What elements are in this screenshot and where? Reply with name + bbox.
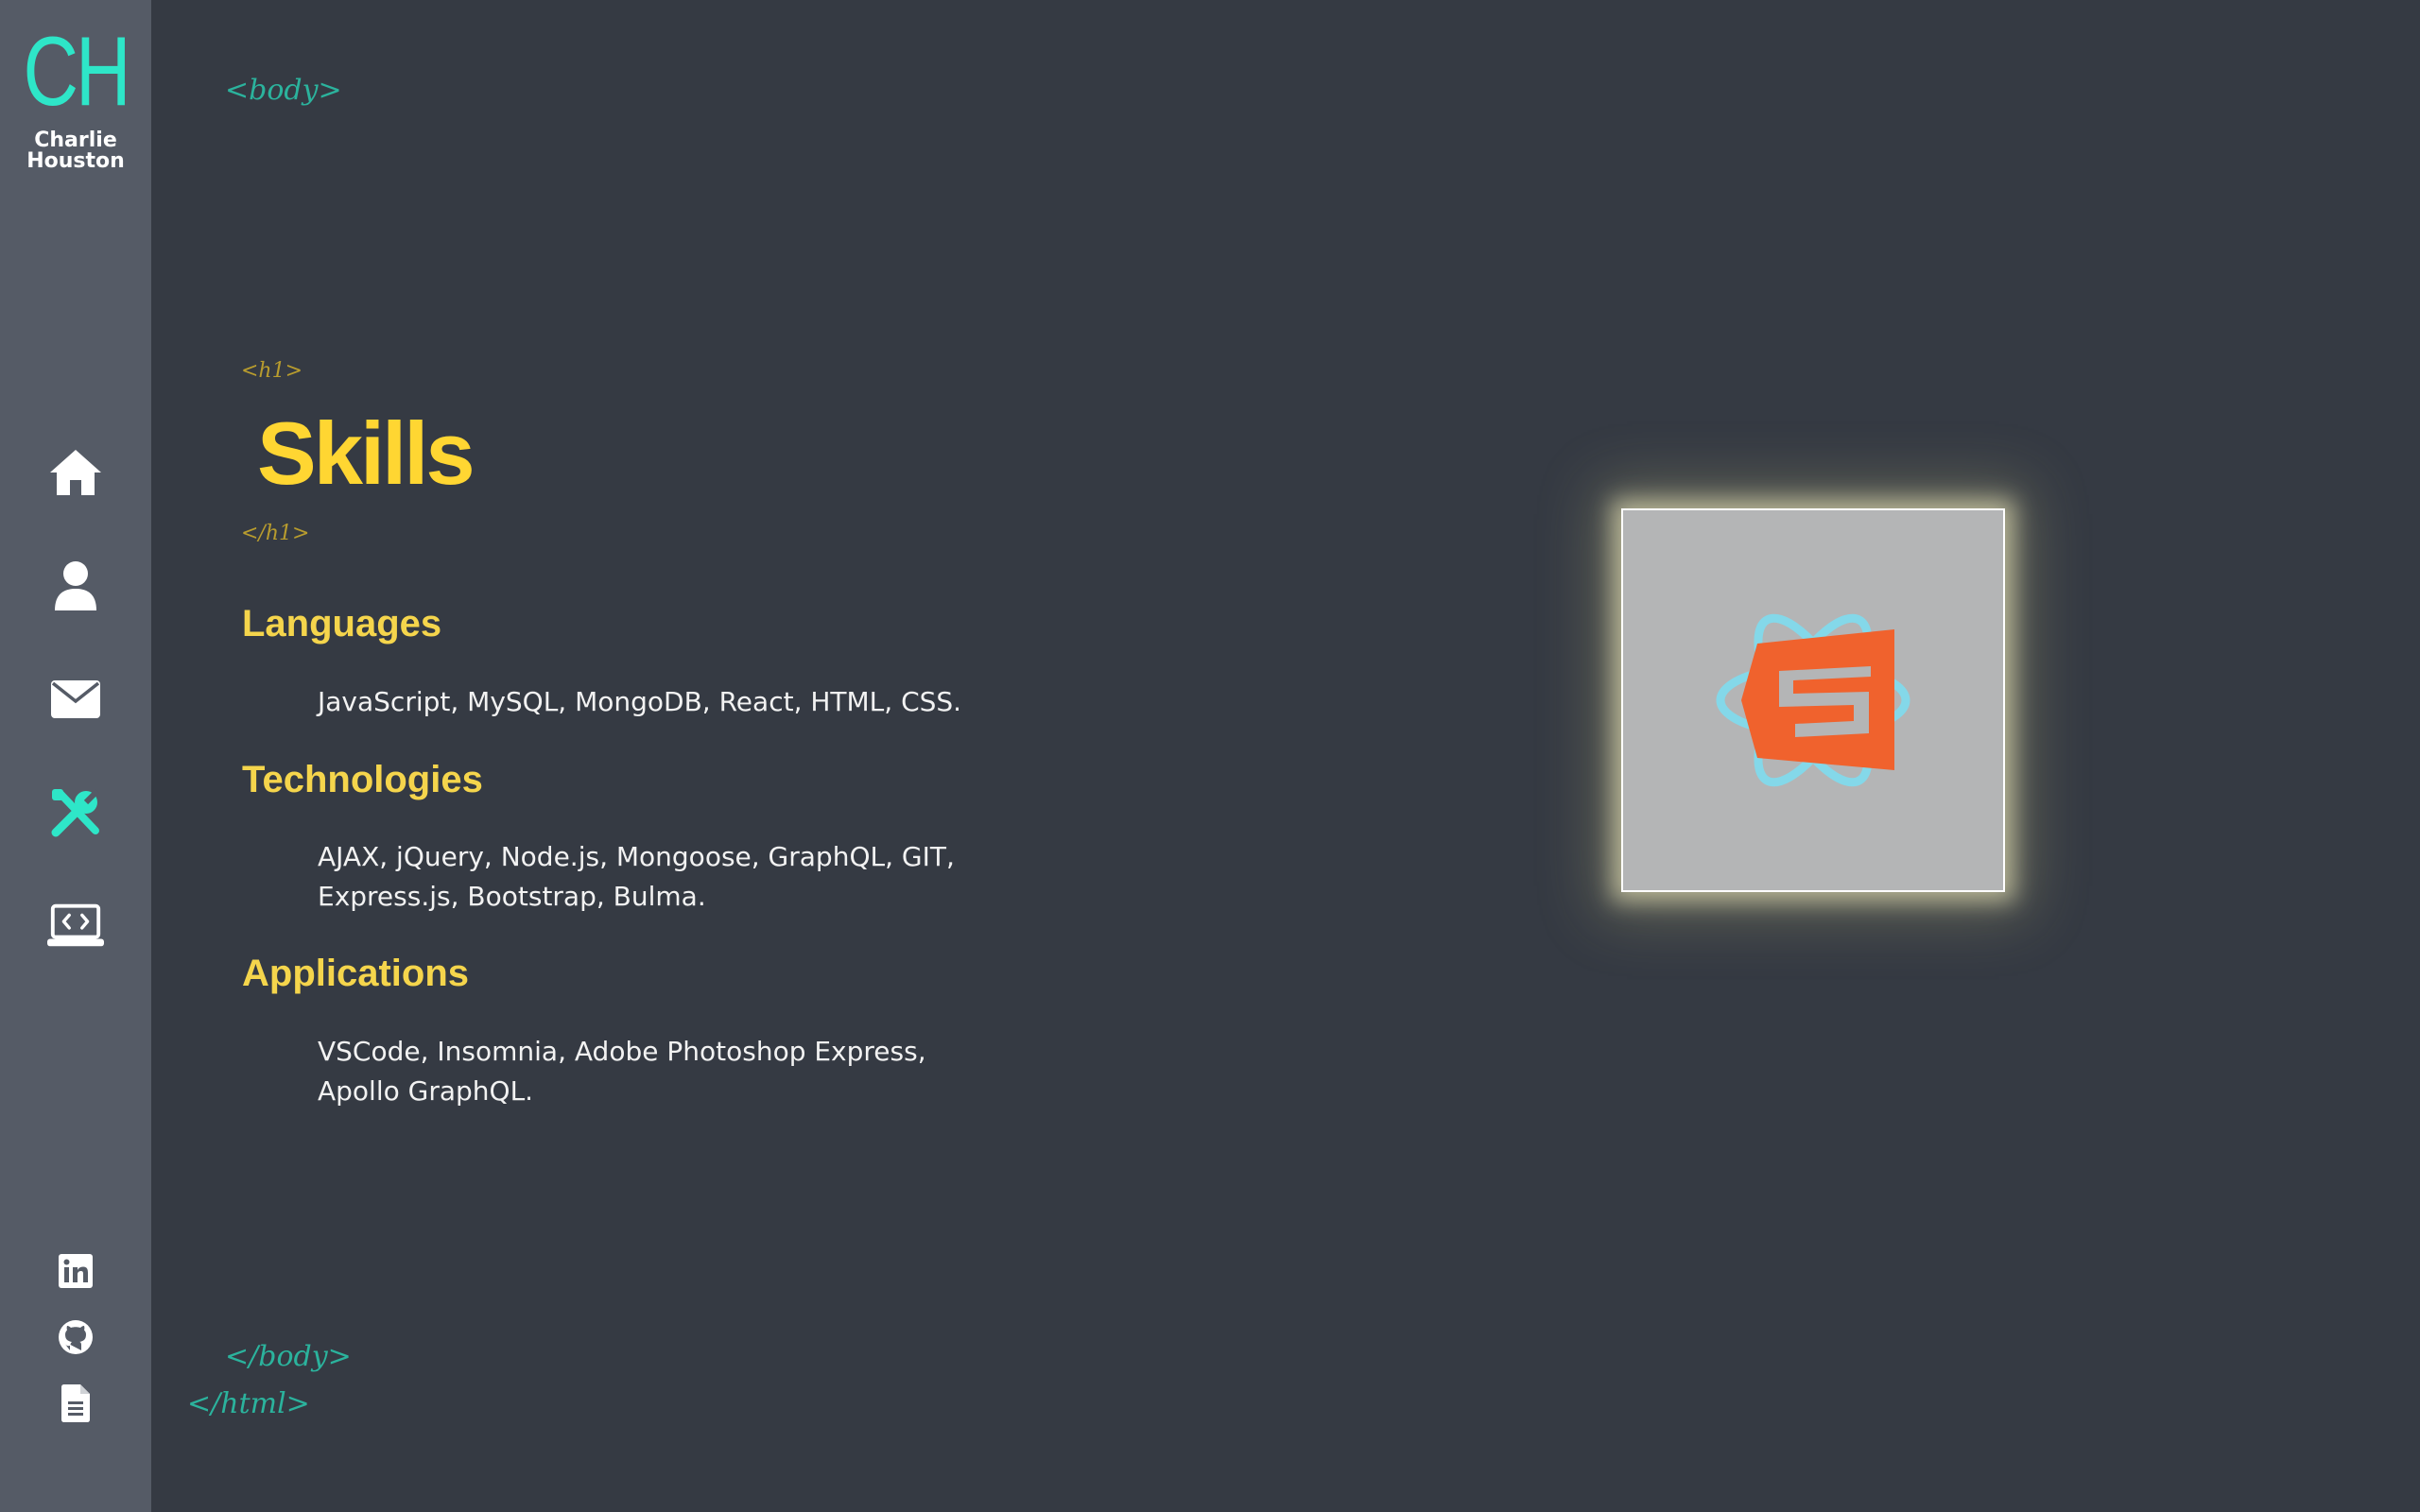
nav-about[interactable]	[47, 558, 104, 614]
document-icon	[61, 1384, 90, 1422]
user-icon	[55, 561, 96, 610]
html5-icon	[1741, 629, 1894, 770]
section-heading-technologies: Technologies	[242, 759, 483, 800]
logo[interactable]: CH Charlie Houston	[0, 17, 151, 173]
social-linkedin[interactable]	[57, 1252, 95, 1290]
tools-icon	[51, 788, 100, 837]
social-github[interactable]	[57, 1318, 95, 1356]
page-title: Skills	[257, 404, 475, 503]
body-open-tag: <body>	[225, 74, 342, 107]
section-heading-languages: Languages	[242, 603, 442, 644]
logo-mark: CH	[23, 17, 131, 127]
h1-close-tag: </h1>	[241, 522, 310, 545]
section-text-technologies: AJAX, jQuery, Node.js, Mongoose, GraphQL…	[318, 841, 955, 912]
home-icon	[50, 450, 101, 495]
body-close-tag: </body>	[225, 1340, 352, 1373]
section-text-applications: VSCode, Insomnia, Adobe Photoshop Expres…	[318, 1036, 926, 1107]
linkedin-icon	[59, 1254, 93, 1288]
logo-name: Charlie Houston	[26, 129, 125, 173]
social-resume[interactable]	[57, 1384, 95, 1422]
html-close-tag: </html>	[187, 1387, 310, 1420]
section-heading-applications: Applications	[242, 953, 470, 994]
nav-home[interactable]	[47, 444, 104, 501]
nav-skills[interactable]	[47, 784, 104, 841]
section-text-languages: JavaScript, MySQL, MongoDB, React, HTML,…	[318, 686, 962, 717]
github-icon	[59, 1320, 93, 1354]
envelope-icon	[51, 680, 100, 718]
skills-illustration	[1621, 508, 2005, 892]
laptop-code-icon	[47, 903, 104, 947]
nav-portfolio[interactable]	[47, 898, 104, 954]
sidebar: CH Charlie Houston	[0, 0, 151, 1512]
h1-open-tag: <h1>	[241, 359, 303, 383]
nav-contact[interactable]	[47, 671, 104, 728]
